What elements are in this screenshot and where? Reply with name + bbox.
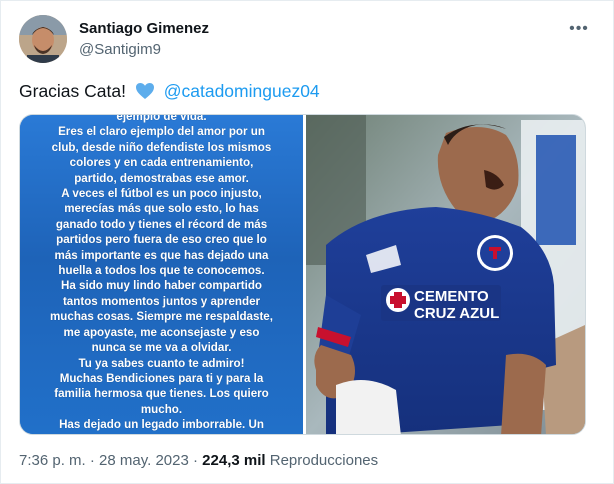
story-line: A veces el fútbol es un poco injusto, [61, 187, 262, 201]
story-line: club, desde niño defendiste los mismos [51, 140, 272, 154]
player-photo: CEMENTO CRUZ AZUL [306, 115, 585, 434]
story-line: Tu ya sabes cuanto te admiro! [78, 356, 245, 370]
story-line: partido, demostrabas ese amor. [74, 171, 249, 185]
meta-separator: · [89, 452, 95, 469]
story-line: Ha sido muy lindo haber compartido [61, 279, 262, 293]
story-line: más importante es que has dejado una [54, 248, 269, 262]
mention-link[interactable]: @catadominguez04 [164, 81, 320, 101]
story-line: tantos momentos juntos y aprender [62, 294, 261, 308]
jersey-sponsor-top: CEMENTO [414, 288, 489, 305]
story-line: ejemplo de vida. [116, 115, 207, 123]
media-grid: ejemplo de vida. Eres el claro ejemplo de… [19, 114, 586, 435]
more-options-icon[interactable]: ••• [565, 15, 593, 43]
story-line: colores y en cada entrenamiento, [69, 156, 254, 170]
tweet-text: Gracias Cata! @catadominguez04 [19, 79, 320, 103]
author-info: Santiago Gimenez @Santigim9 [79, 19, 209, 60]
story-image[interactable]: ejemplo de vida. Eres el claro ejemplo de… [20, 115, 303, 434]
tweet-date[interactable]: 28 may. 2023 [99, 452, 189, 469]
author-handle[interactable]: @Santigim9 [79, 40, 209, 60]
story-line: mucho. [140, 402, 183, 416]
story-line: familia hermosa que tienes. Los quiero [54, 387, 269, 401]
blue-heart-icon [135, 83, 154, 99]
views-label[interactable]: Reproducciones [270, 452, 378, 469]
story-line: me apoyaste, me aconsejaste y eso [63, 325, 260, 339]
story-line: Has dejado un legado imborrable. Un [59, 418, 264, 432]
story-line: nunca se me va a olvidar. [91, 341, 232, 355]
player-celebration-photo[interactable]: CEMENTO CRUZ AZUL [306, 115, 585, 434]
tweet-card: Santiago Gimenez @Santigim9 ••• Gracias … [0, 0, 614, 484]
tweet-body: Gracias Cata! [19, 81, 126, 101]
story-line: legado UNICO que quedará para [30, 433, 293, 435]
tweet-time[interactable]: 7:36 p. m. [19, 452, 86, 469]
story-line: Muchas Bendiciones para ti y para la [59, 371, 264, 385]
avatar[interactable] [19, 15, 67, 63]
story-line: huella a todos los que te conocemos. [58, 264, 265, 278]
meta-separator-2: · [193, 452, 198, 469]
avatar-image [19, 15, 67, 63]
story-line: muchas cosas. Siempre me respaldaste, [50, 310, 273, 324]
story-text: ejemplo de vida. Eres el claro ejemplo de… [20, 115, 303, 434]
story-line: ganado todo y tienes el récord de más [55, 217, 268, 231]
story-line: partidos pero fuera de eso creo que lo [56, 233, 267, 247]
tweet-meta: 7:36 p. m. · 28 may. 2023 · 224,3 mil Re… [19, 451, 378, 471]
story-line: merecías más que solo esto, lo has [64, 202, 259, 216]
views-count[interactable]: 224,3 mil [202, 452, 265, 469]
jersey-sponsor-bottom: CRUZ AZUL [414, 305, 499, 322]
story-line: Eres el claro ejemplo del amor por un [58, 125, 265, 139]
author-name[interactable]: Santiago Gimenez [79, 19, 209, 39]
